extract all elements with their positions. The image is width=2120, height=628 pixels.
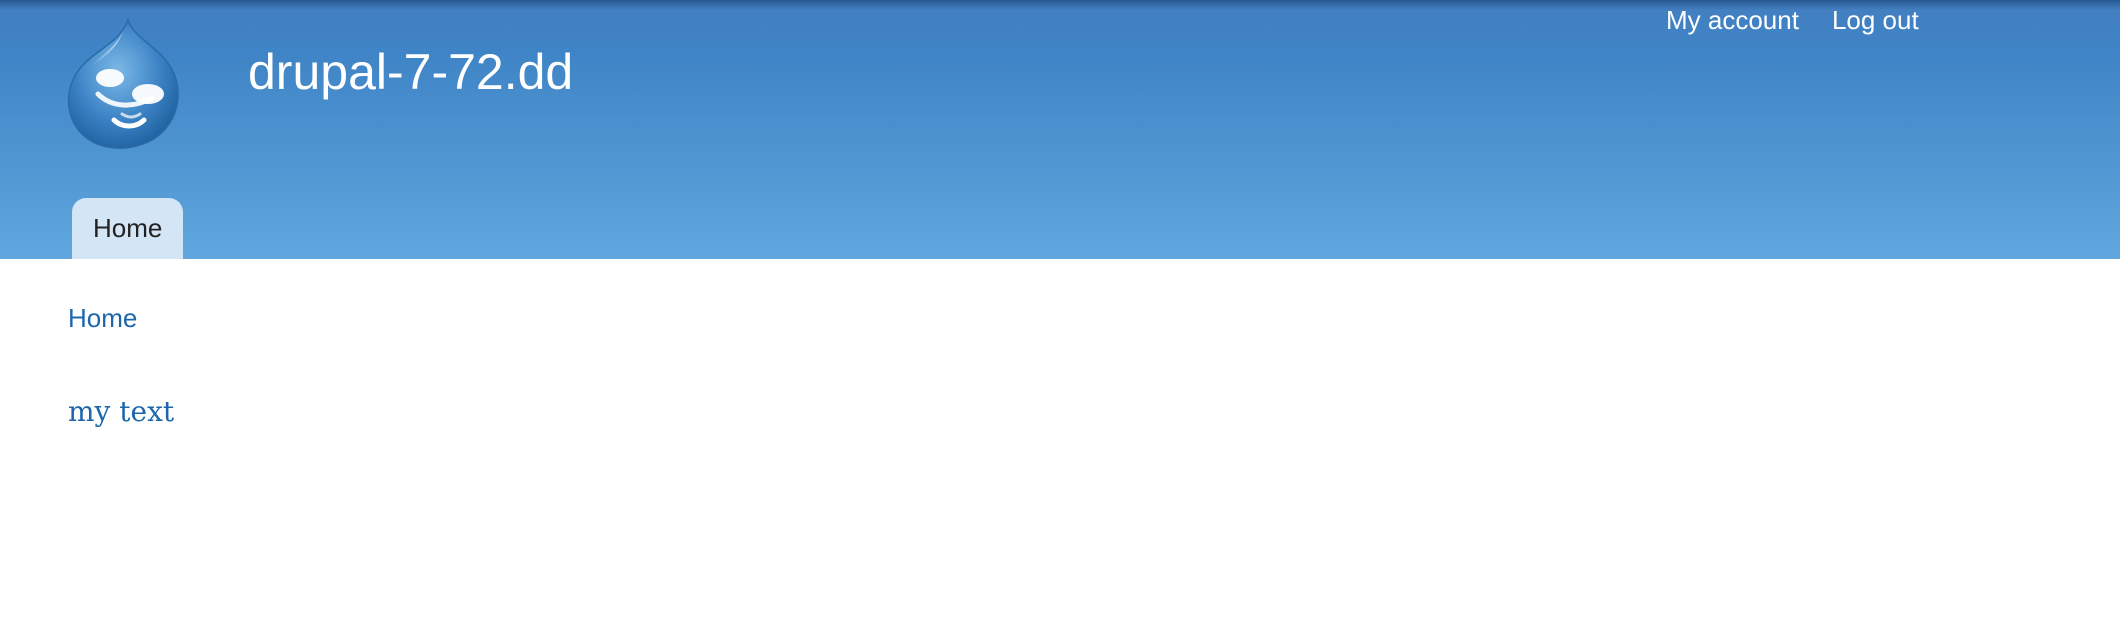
main-menu-tab-label: Home: [93, 213, 163, 243]
drupal-drop-logo-icon: [67, 17, 179, 149]
content-text-link[interactable]: my text: [68, 392, 174, 432]
breadcrumb-home-link[interactable]: Home: [68, 300, 137, 336]
main-menu: Home: [72, 198, 184, 259]
log-out-link[interactable]: Log out: [1832, 2, 1919, 38]
main-menu-tab-home[interactable]: Home: [72, 198, 184, 259]
site-logo[interactable]: [62, 16, 184, 150]
site-name[interactable]: drupal-7-72.dd: [248, 42, 573, 102]
secondary-menu: My account Log out: [1650, 2, 1919, 38]
my-account-link[interactable]: My account: [1666, 2, 1799, 38]
page: drupal-7-72.dd My account Log out Home H…: [0, 0, 2120, 628]
site-header: drupal-7-72.dd My account Log out Home: [0, 0, 2120, 259]
